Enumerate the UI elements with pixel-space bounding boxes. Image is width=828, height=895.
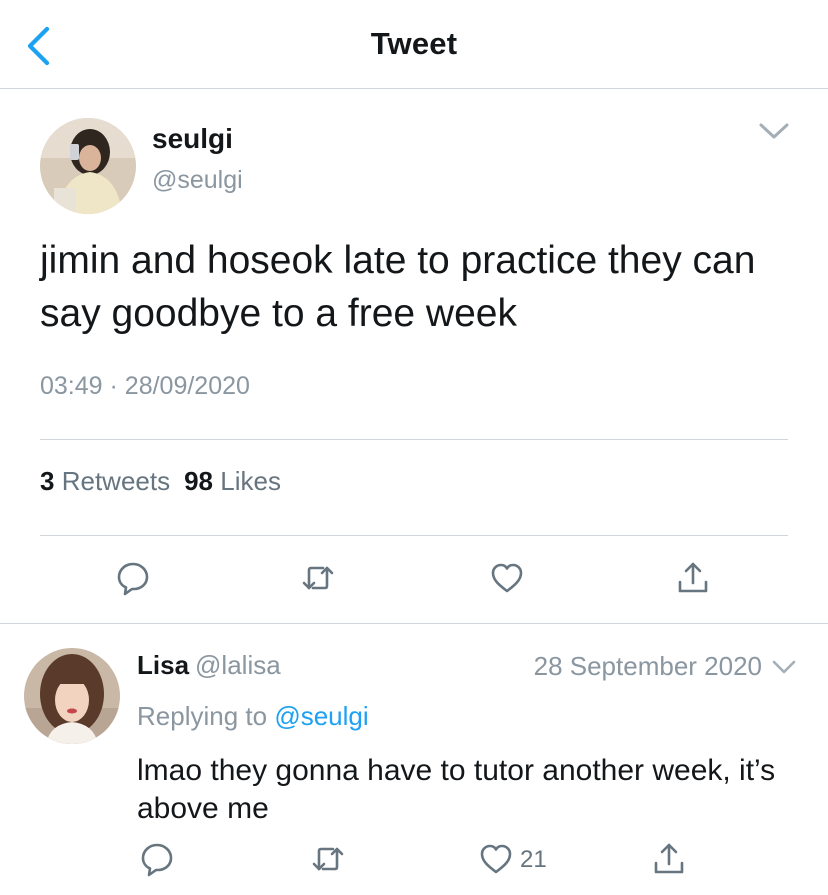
avatar[interactable] xyxy=(24,648,120,744)
share-button[interactable] xyxy=(651,841,687,877)
author-handle[interactable]: @lalisa xyxy=(195,650,281,680)
like-icon xyxy=(491,563,523,593)
replying-to: Replying to @seulgi xyxy=(137,701,369,732)
author-name[interactable]: seulgi xyxy=(152,123,233,155)
tweet-timestamp: 03:49 · 28/09/2020 xyxy=(40,372,250,401)
like-count: 21 xyxy=(520,846,547,873)
like-icon xyxy=(480,844,512,874)
divider xyxy=(40,535,788,536)
mention-link[interactable]: @seulgi xyxy=(274,701,368,731)
retweets-stat[interactable]: 3 Retweets xyxy=(40,466,170,496)
main-tweet: seulgi @seulgi jimin and hoseok late to … xyxy=(0,90,828,624)
tweet-date: 28/09/2020 xyxy=(124,372,250,400)
meta-separator: · xyxy=(109,372,118,400)
tweet-time: 03:49 xyxy=(40,372,103,400)
replying-prefix: Replying to xyxy=(137,701,268,731)
author-name[interactable]: Lisa xyxy=(137,650,189,680)
tweet-text: jimin and hoseok late to practice they c… xyxy=(40,239,756,335)
reply-icon xyxy=(117,562,149,596)
likes-stat[interactable]: 98 Likes xyxy=(184,466,281,496)
divider xyxy=(40,439,788,440)
reply-tweet[interactable]: Lisa @lalisa 28 September 2020 Replying t… xyxy=(0,624,828,895)
more-options-button[interactable] xyxy=(770,656,798,678)
share-icon xyxy=(654,843,684,874)
retweet-button[interactable] xyxy=(300,560,336,596)
avatar-photo xyxy=(24,648,120,744)
chevron-down-icon xyxy=(759,123,789,139)
reply-button[interactable] xyxy=(139,841,175,877)
like-button[interactable] xyxy=(478,841,514,877)
nav-bar: Tweet xyxy=(0,0,828,89)
share-button[interactable] xyxy=(675,560,711,596)
reply-date: 28 September 2020 xyxy=(533,651,762,681)
chevron-down-icon xyxy=(772,660,796,674)
likes-count: 98 xyxy=(184,466,214,496)
retweet-button[interactable] xyxy=(310,841,346,877)
retweets-count: 3 xyxy=(40,466,55,496)
reply-icon xyxy=(141,843,173,877)
retweet-icon xyxy=(312,847,344,871)
reply-text: lmao they gonna have to tutor another we… xyxy=(137,754,776,825)
author-handle[interactable]: @seulgi xyxy=(152,166,243,195)
retweets-label: Retweets xyxy=(61,466,171,496)
reply-header: Lisa @lalisa xyxy=(137,650,281,681)
retweet-icon xyxy=(302,566,334,590)
tweet-stats: 3 Retweets 98 Likes xyxy=(40,466,281,497)
avatar[interactable] xyxy=(40,118,136,214)
avatar-photo xyxy=(40,118,136,214)
more-options-button[interactable] xyxy=(757,118,791,144)
page-title: Tweet xyxy=(370,26,458,61)
reply-button[interactable] xyxy=(115,560,151,596)
share-icon xyxy=(678,562,708,593)
like-button[interactable] xyxy=(489,560,525,596)
likes-label: Likes xyxy=(220,466,281,496)
